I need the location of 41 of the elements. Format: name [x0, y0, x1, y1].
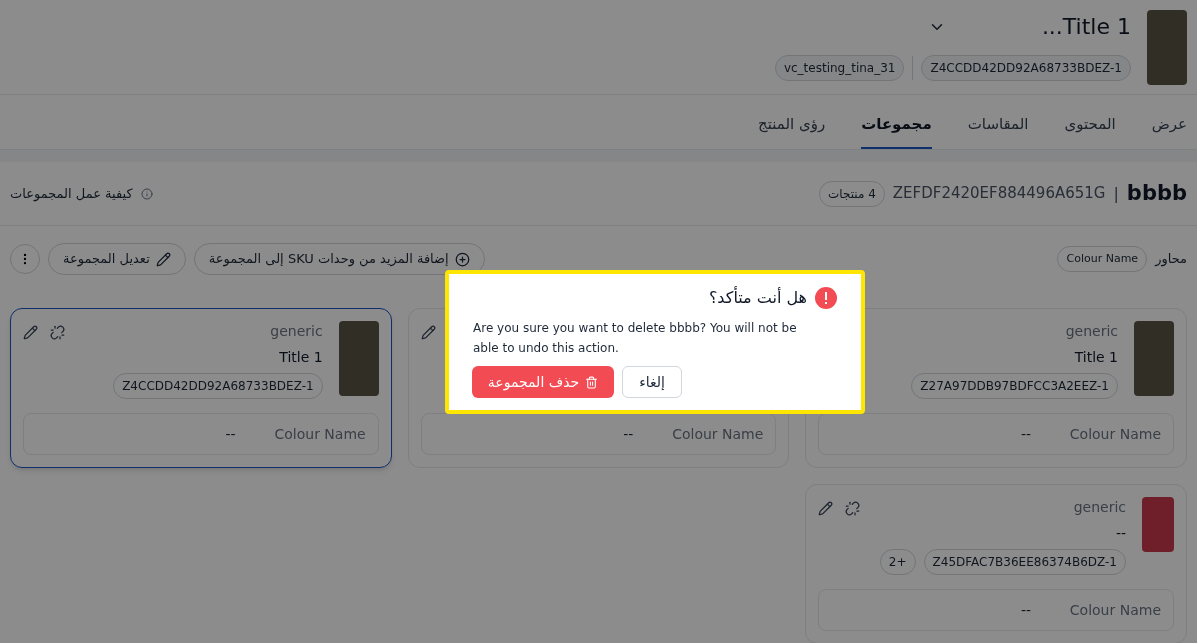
brand-label: generic: [1065, 322, 1118, 341]
product-title: Title 1...: [1041, 13, 1131, 41]
product-title: --: [1115, 524, 1126, 543]
edit-icon[interactable]: [420, 325, 436, 340]
product-title: Title 1: [279, 348, 323, 367]
attribute-name: Colour Name: [1068, 601, 1161, 620]
axes-label: محاور: [1155, 250, 1187, 269]
edit-icon: [155, 251, 171, 267]
brand-label: generic: [1073, 498, 1126, 517]
attribute-value: --: [1020, 601, 1031, 620]
dialog-title: هل أنت متأكد؟: [708, 286, 807, 309]
edit-icon[interactable]: [23, 325, 38, 340]
cancel-button[interactable]: إلغاء: [622, 366, 682, 398]
attribute-name: Colour Name: [273, 425, 366, 444]
group-code: ZEFDF2420EF884496A651G: [892, 183, 1106, 205]
product-title: Title 1: [1074, 348, 1118, 367]
tab[interactable]: المقاسات: [967, 112, 1029, 149]
vendor-chip: vc_testing_tina_31: [774, 55, 905, 81]
delete-button[interactable]: حذف المجموعة: [471, 366, 615, 398]
sku-chip: Z4CCDD42DD92A68733BDEZ-1: [921, 55, 1131, 81]
tab[interactable]: عرض: [1151, 112, 1187, 149]
info-icon: [140, 187, 153, 200]
photo-placeholder: [1142, 497, 1174, 552]
unlink-icon[interactable]: [50, 325, 65, 340]
group-name: bbbb: [1126, 179, 1187, 207]
separator: |: [1113, 182, 1119, 205]
attribute-value: --: [1020, 425, 1031, 444]
attribute-value: --: [623, 425, 634, 444]
warning-icon: [815, 287, 837, 309]
dialog-message: Are you sure you want to delete bbbb? You will not be able to undo this action.: [473, 320, 798, 357]
tab[interactable]: المحتوى: [1064, 112, 1116, 149]
attribute-name: Colour Name: [671, 425, 764, 444]
help-link[interactable]: كيفية عمل المجموعات: [10, 183, 133, 204]
trash-icon: [585, 375, 599, 389]
plus-icon: [454, 251, 470, 267]
attribute-value: --: [225, 425, 236, 444]
attribute-name: Colour Name: [1068, 425, 1161, 444]
tab[interactable]: رؤى المنتج: [758, 112, 826, 149]
brand-label: generic: [270, 322, 323, 341]
edit-icon[interactable]: [818, 501, 834, 516]
unlink-icon[interactable]: [845, 501, 861, 516]
